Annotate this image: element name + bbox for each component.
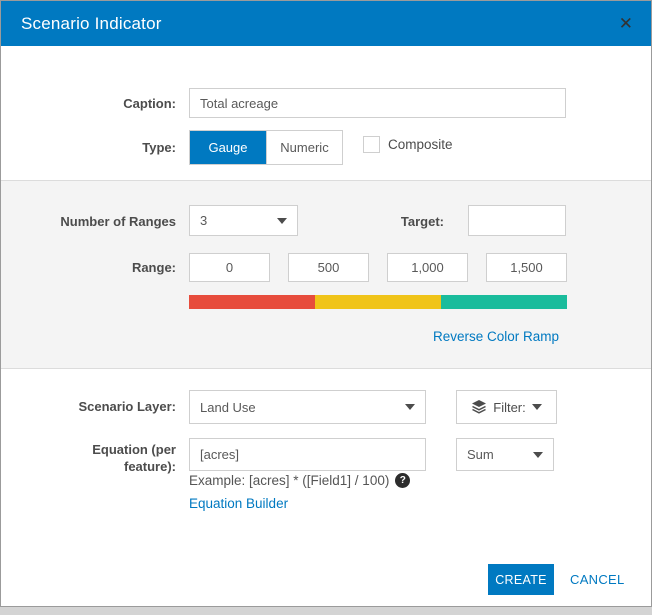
layers-icon: [472, 400, 487, 414]
equation-label: Equation (per feature):: [92, 442, 176, 474]
caption-input[interactable]: [189, 88, 566, 118]
range-input-1[interactable]: [189, 253, 270, 282]
equation-builder-link[interactable]: Equation Builder: [189, 496, 288, 511]
chevron-down-icon: [533, 451, 543, 458]
color-ramp-segment-red: [189, 295, 315, 309]
type-option-gauge[interactable]: Gauge: [190, 131, 266, 164]
create-button[interactable]: CREATE: [488, 564, 554, 595]
filter-button-label: Filter:: [493, 399, 526, 415]
type-segmented-control: Gauge Numeric: [189, 130, 343, 165]
help-icon[interactable]: ?: [395, 473, 411, 488]
page: { "colors": { "accent": "#0079c1", "ramp…: [0, 0, 652, 615]
dialog-title: Scenario Indicator: [21, 14, 162, 33]
close-icon[interactable]: ✕: [615, 1, 637, 46]
type-option-numeric[interactable]: Numeric: [266, 131, 342, 164]
range-input-2[interactable]: [288, 253, 369, 282]
equation-example-row: Example: [acres] * ([Field1] / 100) ?: [189, 473, 411, 488]
composite-checkbox[interactable]: [363, 136, 380, 153]
type-label: Type:: [142, 140, 176, 155]
chevron-down-icon: [531, 404, 542, 410]
target-label: Target:: [400, 214, 444, 229]
cancel-button[interactable]: CANCEL: [570, 564, 625, 595]
chevron-down-icon: [277, 217, 287, 224]
aggregation-value: Sum: [467, 447, 494, 462]
target-input[interactable]: [468, 205, 566, 236]
number-of-ranges-label: Number of Ranges: [60, 214, 176, 229]
range-label: Range:: [131, 260, 176, 275]
scenario-layer-value: Land Use: [200, 399, 256, 415]
dialog-header: Scenario Indicator ✕: [1, 1, 651, 46]
scenario-layer-select[interactable]: Land Use: [189, 390, 426, 424]
color-ramp: [189, 295, 567, 309]
chevron-down-icon: [405, 404, 415, 410]
reverse-color-ramp-wrap: Reverse Color Ramp: [189, 328, 567, 346]
range-input-3[interactable]: [387, 253, 468, 282]
color-ramp-segment-yellow: [315, 295, 441, 309]
reverse-color-ramp-link[interactable]: Reverse Color Ramp: [433, 329, 559, 344]
equation-example-text: Example: [acres] * ([Field1] / 100): [189, 473, 390, 488]
number-of-ranges-select[interactable]: 3: [189, 205, 298, 236]
composite-label: Composite: [388, 137, 453, 152]
filter-button[interactable]: Filter:: [456, 390, 557, 424]
color-ramp-segment-green: [441, 295, 567, 309]
scenario-layer-label: Scenario Layer:: [78, 399, 176, 414]
caption-label: Caption:: [123, 96, 176, 111]
range-input-4[interactable]: [486, 253, 567, 282]
scenario-indicator-dialog: Scenario Indicator ✕ Caption: Type: Gaug…: [0, 0, 652, 607]
equation-input[interactable]: [189, 438, 426, 471]
number-of-ranges-value: 3: [200, 213, 208, 228]
aggregation-select[interactable]: Sum: [456, 438, 554, 471]
